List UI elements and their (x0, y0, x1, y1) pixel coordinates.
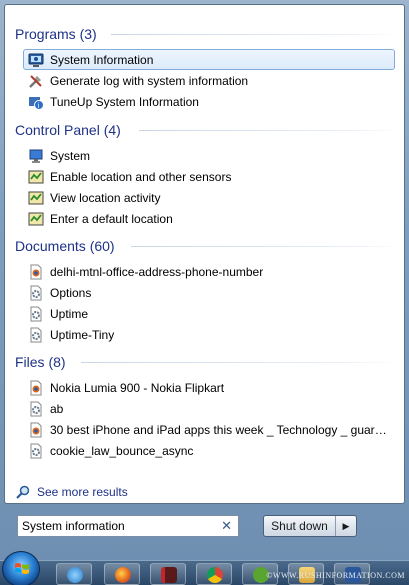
search-results-panel: Programs (3) System Information Generate… (4, 4, 405, 504)
see-more-results-link[interactable]: See more results (15, 483, 128, 501)
clear-search-icon[interactable]: ✕ (221, 518, 232, 534)
firefox-icon (115, 567, 131, 583)
taskbar-app-button[interactable] (150, 563, 186, 585)
search-icon (15, 484, 31, 500)
group-header-programs[interactable]: Programs (3) (15, 25, 401, 43)
group-header-files[interactable]: Files (8) (15, 353, 401, 371)
shutdown-button-group: Shut down ▶ (263, 515, 357, 537)
result-enter-default-location[interactable]: Enter a default location (23, 208, 395, 229)
result-label: 30 best iPhone and iPad apps this week _… (50, 422, 390, 437)
system-computer-icon (28, 148, 44, 164)
svg-text:i: i (38, 102, 40, 110)
shutdown-options-arrow-icon[interactable]: ▶ (336, 521, 356, 532)
sensor-icon (28, 190, 44, 206)
search-input[interactable] (22, 519, 212, 533)
group-title: Documents (60) (15, 238, 115, 254)
result-uptime[interactable]: Uptime (23, 303, 395, 324)
result-generate-log[interactable]: Generate log with system information (23, 70, 395, 91)
result-system[interactable]: System (23, 145, 395, 166)
windows-logo-icon (15, 563, 29, 574)
group-title: Programs (3) (15, 26, 97, 42)
taskbar-ie-button[interactable] (56, 563, 92, 585)
result-enable-location[interactable]: Enable location and other sensors (23, 166, 395, 187)
tuneup-info-icon: i (28, 94, 44, 110)
settings-file-icon (28, 401, 44, 417)
taskbar-chrome-button[interactable] (196, 563, 232, 585)
result-label: System (50, 148, 91, 163)
result-label: delhi-mtnl-office-address-phone-number (50, 264, 264, 279)
result-tuneup-system-information[interactable]: i TuneUp System Information (23, 91, 395, 112)
result-label: cookie_law_bounce_async (50, 443, 194, 458)
result-label: Generate log with system information (50, 73, 249, 88)
result-options[interactable]: Options (23, 282, 395, 303)
group-header-control-panel[interactable]: Control Panel (4) (15, 121, 401, 139)
result-label: Nokia Lumia 900 - Nokia Flipkart (50, 380, 225, 395)
html-document-icon (28, 422, 44, 438)
start-orb-button[interactable] (2, 551, 40, 585)
sensor-icon (28, 169, 44, 185)
result-label: ab (50, 401, 64, 416)
group-header-documents[interactable]: Documents (60) (15, 237, 401, 255)
result-label: Options (50, 285, 92, 300)
see-more-label: See more results (37, 485, 128, 499)
settings-file-icon (28, 306, 44, 322)
result-label: Uptime (50, 306, 89, 321)
system-information-icon (28, 52, 44, 68)
result-uptime-tiny[interactable]: Uptime-Tiny (23, 324, 395, 345)
group-title: Control Panel (4) (15, 122, 121, 138)
taskbar-firefox-button[interactable] (104, 563, 140, 585)
result-view-location-activity[interactable]: View location activity (23, 187, 395, 208)
html-document-icon (28, 264, 44, 280)
group-title: Files (8) (15, 354, 66, 370)
result-label: View location activity (50, 190, 161, 205)
bookmark-app-icon (161, 567, 177, 583)
result-label: Uptime-Tiny (50, 327, 115, 342)
result-ab[interactable]: ab (23, 398, 395, 419)
settings-file-icon (28, 443, 44, 459)
result-label: Enter a default location (50, 211, 173, 226)
result-system-information[interactable]: System Information (23, 49, 395, 70)
sensor-icon (28, 211, 44, 227)
start-search-box[interactable]: ✕ (17, 515, 239, 537)
settings-file-icon (28, 285, 44, 301)
result-cookie-law[interactable]: cookie_law_bounce_async (23, 440, 395, 461)
shutdown-button[interactable]: Shut down (264, 516, 336, 536)
ie-icon (67, 567, 83, 583)
result-label: Enable location and other sensors (50, 169, 232, 184)
html-document-icon (28, 380, 44, 396)
result-label: System Information (50, 52, 154, 67)
chrome-icon (207, 567, 223, 583)
result-label: TuneUp System Information (50, 94, 199, 109)
result-delhi-mtnl[interactable]: delhi-mtnl-office-address-phone-number (23, 261, 395, 282)
watermark: ©WWW.RUSHINFORMATION.COM (266, 571, 405, 580)
result-30-best-iphone[interactable]: 30 best iPhone and iPad apps this week _… (23, 419, 395, 440)
tools-icon (28, 73, 44, 89)
settings-file-icon (28, 327, 44, 343)
result-nokia-lumia[interactable]: Nokia Lumia 900 - Nokia Flipkart (23, 377, 395, 398)
